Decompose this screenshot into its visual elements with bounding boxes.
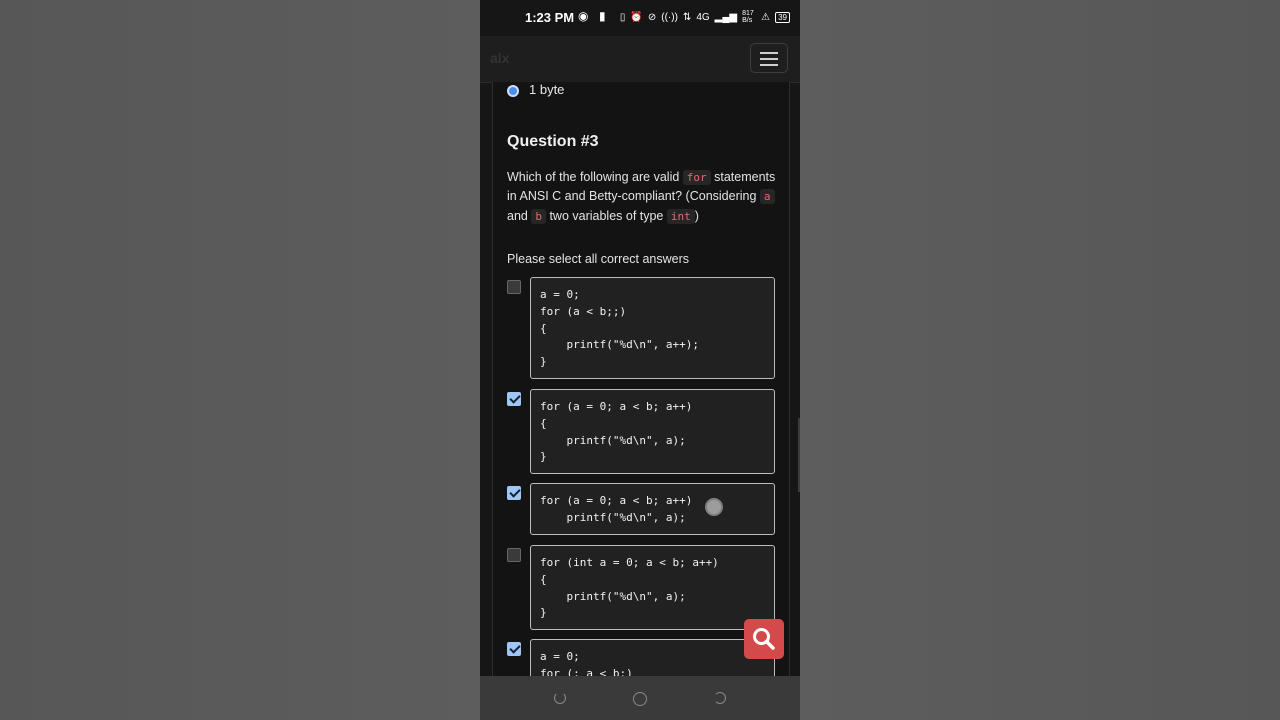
inline-code-b: b	[531, 208, 546, 224]
android-nav-bar	[480, 676, 800, 720]
answer-code-block: for (int a = 0; a < b; a++) { printf("%d…	[530, 545, 775, 630]
checkbox-unchecked[interactable]	[507, 280, 521, 294]
phone-screen: 1:23 PM ◉ ▮ ▯ ⏰ ⊘ ((·)) ⇅ 4G ▂▄▆ 817 B/s…	[480, 0, 800, 720]
data-arrows-icon: ⇅	[682, 11, 692, 23]
status-bar: 1:23 PM ◉ ▮ ▯ ⏰ ⊘ ((·)) ⇅ 4G ▂▄▆ 817 B/s…	[480, 0, 800, 36]
inline-code-a: a	[759, 189, 775, 205]
checkbox-unchecked[interactable]	[507, 548, 521, 562]
answer-code-block: for (a = 0; a < b; a++) printf("%d\n", a…	[530, 483, 775, 535]
vibrate-icon: ▯	[619, 11, 626, 23]
alarm-icon: ⏰	[630, 11, 643, 23]
question-title: Question #3	[507, 133, 599, 150]
hotspot-icon: ((·))	[661, 11, 678, 23]
inline-code-int: int	[666, 208, 695, 224]
network-speed: 817 B/s	[742, 10, 754, 24]
question-text-part: Which of the following are valid	[507, 170, 683, 184]
answer-code: for (a = 0; a < b; a++) { printf("%d\n",…	[540, 400, 693, 464]
hamburger-line	[760, 58, 778, 60]
hamburger-line	[760, 64, 778, 66]
scrollbar[interactable]	[798, 418, 800, 492]
answer-code: for (int a = 0; a < b; a++) { printf("%d…	[540, 556, 719, 620]
site-logo[interactable]: alx	[490, 50, 509, 66]
option-label: 1 byte	[529, 82, 565, 97]
recents-icon[interactable]	[554, 692, 566, 704]
answer-code: a = 0; for (; a < b;)	[540, 650, 633, 676]
quiz-content: 1 byte Question #3 Which of the followin…	[492, 82, 790, 676]
answer-code-block: for (a = 0; a < b; a++) { printf("%d\n",…	[530, 389, 775, 474]
battery-indicator: 39	[775, 11, 790, 23]
blurred-background-left	[0, 0, 480, 720]
status-icons: ▯ ⏰ ⊘ ((·)) ⇅ 4G ▂▄▆ 817 B/s ⚠ 39	[620, 10, 790, 24]
back-icon[interactable]	[714, 692, 726, 704]
search-button[interactable]	[744, 619, 784, 659]
home-icon[interactable]	[633, 692, 647, 706]
search-icon	[753, 628, 775, 650]
blurred-background-right	[800, 0, 1280, 720]
checkbox-checked[interactable]	[507, 642, 521, 656]
inline-code-for: for	[682, 170, 711, 185]
question-text-part: and	[507, 208, 532, 223]
answer-code: for (a = 0; a < b; a++) printf("%d\n", a…	[540, 494, 693, 524]
checkbox-checked[interactable]	[507, 392, 521, 406]
notification-icon: ▮	[599, 9, 606, 23]
select-hint: Please select all correct answers	[507, 252, 690, 266]
question-text: Which of the following are valid for sta…	[507, 168, 777, 226]
top-navbar: alx	[480, 36, 800, 83]
radio-selected[interactable]	[507, 85, 519, 97]
signal-icon: ▂▄▆	[714, 11, 738, 23]
answer-code-block: a = 0; for (; a < b;)	[530, 639, 775, 676]
record-icon: ◉	[578, 9, 589, 23]
question-text-part: two variables of type	[545, 208, 667, 223]
previous-question-option[interactable]: 1 byte	[507, 82, 565, 97]
network-type: 4G	[696, 11, 710, 23]
question-text-part: )	[694, 208, 699, 223]
status-time: 1:23 PM	[525, 10, 575, 25]
warning-icon: ⚠	[761, 11, 771, 23]
hamburger-icon[interactable]	[750, 43, 788, 73]
hamburger-line	[760, 52, 778, 54]
checkbox-checked[interactable]	[507, 486, 521, 500]
answer-code: a = 0; for (a < b;;) { printf("%d\n", a+…	[540, 288, 699, 369]
dnd-icon: ⊘	[647, 11, 657, 23]
touch-indicator	[705, 498, 723, 516]
answer-code-block: a = 0; for (a < b;;) { printf("%d\n", a+…	[530, 277, 775, 379]
